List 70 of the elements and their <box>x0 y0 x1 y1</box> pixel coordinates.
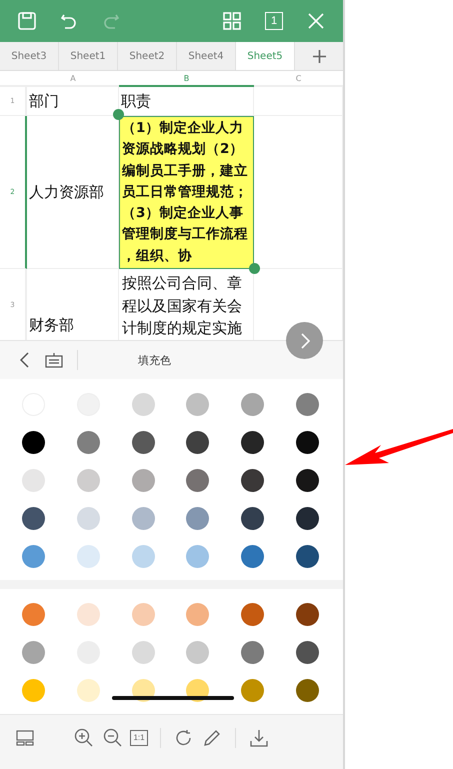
color-swatch[interactable] <box>132 640 155 664</box>
color-swatch[interactable] <box>241 602 264 626</box>
color-swatch[interactable] <box>296 545 320 568</box>
color-swatch[interactable] <box>296 393 320 416</box>
color-swatch[interactable] <box>132 431 155 454</box>
keyboard-icon <box>45 352 63 368</box>
sheet-tab[interactable]: Sheet5 <box>236 42 295 70</box>
selection-handle[interactable] <box>113 109 124 120</box>
selected-cell[interactable]: （1）制定企业人力资源战略规划（2）编制员工手册，建立员工日常管理规范；（3）制定企业人事管理制度与工作流程，组织、协 <box>119 116 254 269</box>
plus-icon <box>312 50 326 62</box>
undo-icon <box>60 12 78 30</box>
panel-title: 填充色 <box>138 352 171 368</box>
color-swatch[interactable] <box>22 431 45 454</box>
color-swatch[interactable] <box>76 431 100 454</box>
grid-icon <box>223 12 241 30</box>
color-swatch[interactable] <box>296 678 320 702</box>
rotate-icon <box>175 728 193 747</box>
color-swatch[interactable] <box>186 545 210 568</box>
pencil-icon <box>203 728 221 747</box>
color-swatch[interactable] <box>241 469 264 492</box>
color-swatch[interactable] <box>296 507 320 530</box>
zoom-out-icon <box>103 728 122 748</box>
color-swatch[interactable] <box>296 602 320 626</box>
layout-icon <box>16 730 34 746</box>
color-swatch[interactable] <box>76 469 100 492</box>
color-swatch[interactable] <box>132 507 155 530</box>
color-swatch[interactable] <box>132 393 155 416</box>
color-swatch[interactable] <box>76 602 100 626</box>
color-swatch[interactable] <box>241 678 264 702</box>
actual-size-button[interactable]: 1:1 <box>130 730 148 746</box>
color-swatch[interactable] <box>241 431 264 454</box>
page-view-button[interactable]: 1 <box>265 12 283 30</box>
column-header[interactable]: B <box>119 71 254 87</box>
color-swatch[interactable] <box>241 640 264 664</box>
color-swatch[interactable] <box>132 469 155 492</box>
color-swatch[interactable] <box>132 602 155 626</box>
color-swatch[interactable] <box>241 545 264 568</box>
color-swatch[interactable] <box>76 678 100 702</box>
color-swatch[interactable] <box>132 545 155 568</box>
next-button[interactable] <box>286 322 323 359</box>
column-header[interactable]: A <box>27 71 119 87</box>
color-swatch[interactable] <box>241 507 264 530</box>
chevron-left-icon <box>20 352 29 368</box>
color-swatch[interactable] <box>22 678 45 702</box>
chevron-right-icon <box>300 332 310 348</box>
color-swatch[interactable] <box>186 431 210 454</box>
color-swatch[interactable] <box>296 431 320 454</box>
color-swatch[interactable] <box>22 469 45 492</box>
color-swatch[interactable] <box>186 393 210 416</box>
download-icon <box>250 728 268 747</box>
color-swatch[interactable] <box>22 545 45 568</box>
color-swatch[interactable] <box>241 393 264 416</box>
color-swatch[interactable] <box>22 602 45 626</box>
layout-button[interactable] <box>14 728 36 748</box>
color-swatch[interactable] <box>186 640 210 664</box>
color-swatch[interactable] <box>296 640 320 664</box>
color-swatch[interactable] <box>186 507 210 530</box>
save-icon <box>18 12 36 30</box>
color-swatch[interactable] <box>76 545 100 568</box>
selection-handle[interactable] <box>249 263 260 274</box>
color-swatch[interactable] <box>22 507 45 530</box>
column-header[interactable]: C <box>254 71 343 87</box>
color-swatch[interactable] <box>186 469 210 492</box>
close-icon <box>307 12 325 30</box>
redo-icon <box>102 12 120 30</box>
zoom-in-icon <box>74 728 93 748</box>
color-swatch[interactable] <box>296 469 320 492</box>
color-swatch[interactable] <box>186 602 210 626</box>
color-swatch[interactable] <box>76 507 100 530</box>
color-swatch[interactable] <box>22 640 45 664</box>
